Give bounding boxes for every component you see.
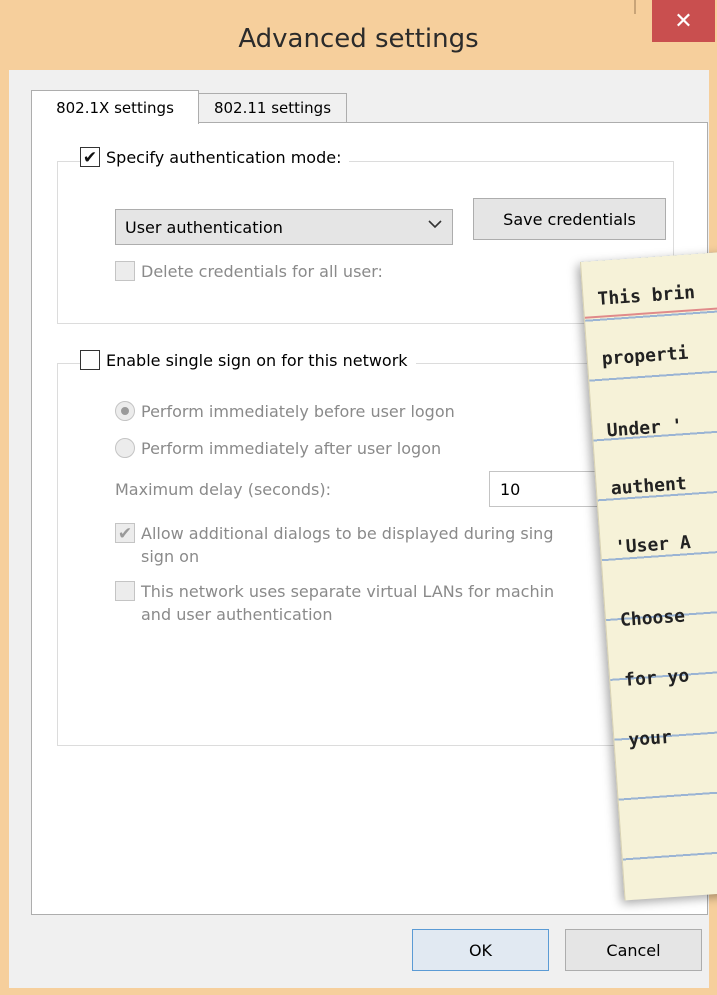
dialog-window: Advanced settings ✕ 802.1X settings 802.…: [0, 0, 717, 995]
enable-sso-row[interactable]: Enable single sign on for this network: [80, 350, 416, 370]
radio-selected-dot: [121, 407, 129, 415]
note-line: your: [627, 726, 673, 751]
separate-vlans-label-line1: This network uses separate virtual LANs …: [141, 582, 555, 601]
delete-credentials-label: Delete credentials for all user:: [141, 261, 383, 281]
close-icon: ✕: [674, 8, 693, 33]
note-line: This brin: [596, 282, 696, 310]
separate-vlans-label-line2: and user authentication: [141, 605, 333, 624]
allow-dialogs-label-line1: Allow additional dialogs to be displayed…: [141, 524, 554, 543]
delete-credentials-row[interactable]: Delete credentials for all user:: [115, 261, 383, 281]
chevron-down-icon: [428, 217, 442, 233]
specify-auth-mode-label: Specify authentication mode:: [106, 147, 342, 167]
check-icon: ✔: [82, 147, 98, 167]
ok-button[interactable]: OK: [412, 929, 549, 971]
max-delay-row: Maximum delay (seconds):: [115, 480, 331, 499]
note-line: Under ': [606, 415, 684, 442]
cancel-button[interactable]: Cancel: [565, 929, 702, 971]
radio-after-logon[interactable]: [115, 438, 135, 458]
note-line: 'User A: [614, 531, 692, 559]
radio-before-logon-row[interactable]: Perform immediately before user logon: [115, 401, 455, 421]
tab-802-1x-settings[interactable]: 802.1X settings: [31, 90, 199, 124]
allow-dialogs-checkbox[interactable]: ✔: [115, 523, 135, 543]
separate-vlans-label: This network uses separate virtual LANs …: [141, 580, 554, 626]
radio-after-logon-label: Perform immediately after user logon: [141, 438, 442, 458]
title-bar: Advanced settings ✕: [0, 0, 717, 70]
window-title: Advanced settings: [238, 24, 479, 54]
allow-dialogs-label-line2: sign on: [141, 547, 200, 566]
close-button[interactable]: ✕: [652, 0, 715, 42]
enable-sso-label: Enable single sign on for this network: [106, 350, 408, 370]
max-delay-input[interactable]: 10: [489, 471, 609, 507]
check-icon: ✔: [117, 523, 133, 543]
note-line: Choose: [619, 605, 686, 632]
radio-before-logon[interactable]: [115, 401, 135, 421]
radio-after-logon-row[interactable]: Perform immediately after user logon: [115, 438, 441, 458]
radio-before-logon-label: Perform immediately before user logon: [141, 401, 455, 421]
note-line: for yo: [623, 665, 690, 691]
specify-auth-mode-row[interactable]: ✔ Specify authentication mode:: [80, 147, 350, 167]
save-credentials-button[interactable]: Save credentials: [473, 198, 666, 240]
tab-802-11-settings[interactable]: 802.11 settings: [198, 93, 347, 123]
max-delay-label: Maximum delay (seconds):: [115, 480, 331, 499]
delete-credentials-checkbox[interactable]: [115, 261, 135, 281]
authentication-mode-select[interactable]: User authentication: [115, 209, 453, 245]
separate-vlans-checkbox[interactable]: [115, 581, 135, 601]
allow-dialogs-label: Allow additional dialogs to be displayed…: [141, 522, 553, 568]
enable-sso-checkbox[interactable]: [80, 350, 100, 370]
note-line: authent: [610, 473, 688, 500]
separate-vlans-row[interactable]: This network uses separate virtual LANs …: [115, 580, 554, 626]
specify-auth-mode-checkbox[interactable]: ✔: [80, 147, 100, 167]
authentication-mode-value: User authentication: [125, 217, 283, 237]
note-line: properti: [601, 342, 690, 370]
allow-dialogs-row[interactable]: ✔ Allow additional dialogs to be display…: [115, 522, 553, 568]
